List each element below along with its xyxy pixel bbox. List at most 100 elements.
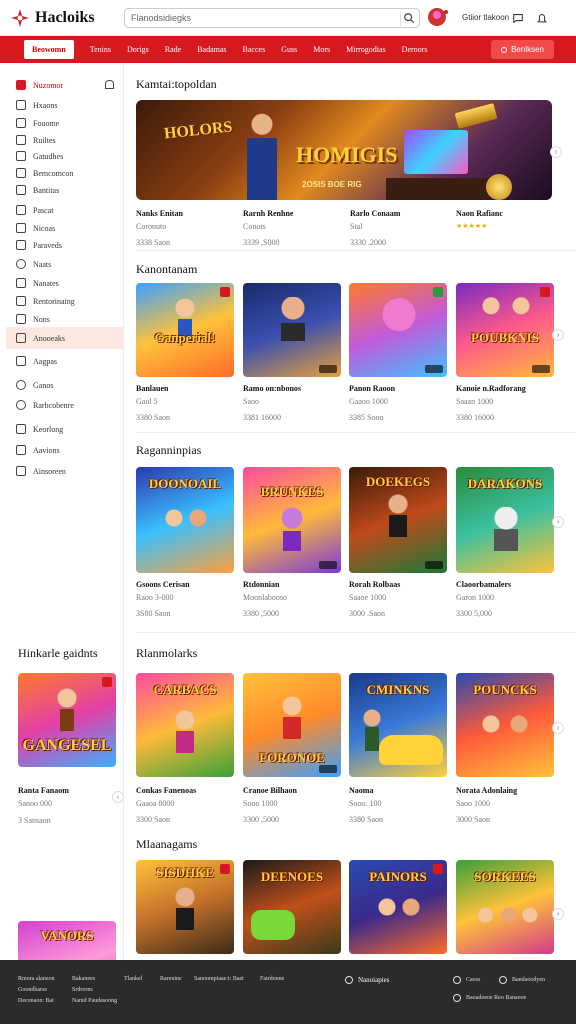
home-icon[interactable] (105, 80, 114, 89)
footer-link[interactable]: Goondbarse (18, 987, 47, 993)
game-name[interactable]: Ranta Fanaom (18, 784, 69, 797)
sidebar-label: Rarbcobenre (33, 400, 74, 410)
game-card[interactable]: DOONOAIL (136, 467, 234, 573)
sidebar-item[interactable]: Ganos (6, 376, 124, 394)
footer-link[interactable]: Rarenine (160, 976, 182, 982)
nav-item-9[interactable]: Mirrogodias (346, 45, 386, 54)
game-name[interactable]: Banlauen (136, 382, 170, 395)
footer-link[interactable]: Caoss (466, 977, 480, 983)
chevron-right-icon[interactable]: › (552, 908, 564, 920)
sidebar-item[interactable]: Fouome (6, 114, 124, 132)
game-card[interactable]: FORONOE (243, 673, 341, 777)
game-card[interactable]: Ganperial! (136, 283, 234, 377)
nav-item-4[interactable]: Rade (165, 45, 181, 54)
messages-icon[interactable] (512, 11, 526, 25)
sidebar-item[interactable]: Gatudhes (6, 147, 124, 165)
nav-item-2[interactable]: Tenins (90, 45, 111, 54)
sidebar-item[interactable]: Paraveds (6, 236, 124, 254)
game-name[interactable]: Claoorbamalers (456, 578, 511, 591)
chevron-right-icon[interactable]: › (552, 722, 564, 734)
game-card[interactable] (243, 283, 341, 377)
footer-link[interactable]: Tlankel (124, 976, 142, 982)
search-input[interactable]: Flanodsidiegks (124, 8, 420, 28)
footer-link[interactable]: Nanid Paudasoong (72, 998, 117, 1004)
sidebar-item[interactable]: Naats (6, 255, 124, 273)
game-card[interactable]: POUBKNIS (456, 283, 554, 377)
game-name[interactable]: Kanoie n.Radforang (456, 382, 526, 395)
game-name[interactable]: Cranoe Bilhaon (243, 784, 297, 797)
nav-item-8[interactable]: Mors (313, 45, 330, 54)
game-name[interactable]: Gsoons Cerisan (136, 578, 190, 591)
sidebar-game-card[interactable]: GANGESEL (18, 673, 116, 767)
avatar[interactable] (428, 8, 446, 26)
footer-link[interactable]: Sanoompiaae:t: Baet (194, 976, 244, 982)
game-name[interactable]: Nanks Enitan (136, 207, 183, 220)
game-card[interactable]: CARBACS (136, 673, 234, 777)
badge-icon (540, 287, 550, 297)
sidebar-item[interactable]: Pascat (6, 201, 124, 219)
nav-item-7[interactable]: Guss (281, 45, 297, 54)
sidebar-item[interactable]: Aavions (6, 441, 124, 459)
bell-icon[interactable] (536, 11, 550, 25)
nav-item-10[interactable]: Deroors (402, 45, 428, 54)
sidebar-item[interactable]: Nons (6, 310, 124, 328)
nav-item-home[interactable]: Beowomn (24, 40, 74, 59)
game-card[interactable]: SISDHKE (136, 860, 234, 954)
sidebar-item[interactable]: Keorlong (6, 420, 124, 438)
game-card[interactable]: DARAKONS (456, 467, 554, 573)
footer-link[interactable]: Baoadoeoe Reo Banaooe (466, 995, 526, 1001)
game-card[interactable]: DEENOES (243, 860, 341, 954)
game-card[interactable]: BRUNKES (243, 467, 341, 573)
footer-link[interactable]: Bandaoodyen (512, 977, 545, 983)
sidebar-item[interactable]: Ainsoreen (6, 462, 124, 480)
game-stat: 3385 Sooo (349, 413, 384, 422)
footer-link[interactable]: Fairdonne (260, 976, 284, 982)
game-card[interactable]: SORKEES (456, 860, 554, 954)
game-card[interactable]: DOEKEGS (349, 467, 447, 573)
site-logo[interactable]: Hacloiks (10, 8, 95, 28)
game-name[interactable]: Panon Raoon (349, 382, 395, 395)
chevron-right-icon[interactable]: › (552, 329, 564, 341)
sidebar-item-active[interactable]: Anooeaks (6, 327, 124, 349)
sidebar-item[interactable]: Aagpas (6, 352, 124, 370)
game-name[interactable]: Rorah Rolbaas (349, 578, 400, 591)
featured-banner[interactable]: HOLORS HOMIGIS 2OSIS BOE RIG (136, 100, 552, 200)
nav-action-button[interactable]: Benlksen (491, 40, 554, 59)
sidebar-item[interactable]: Hxaons (6, 96, 124, 114)
game-name[interactable]: Rtdonnian (243, 578, 287, 591)
sidebar-item-header[interactable]: Nuzomor (6, 76, 124, 94)
chevron-right-icon[interactable]: › (550, 146, 562, 158)
game-name[interactable]: Rarnh Renhne (243, 207, 293, 220)
game-name[interactable]: Naon Rafianc (456, 207, 503, 220)
game-card[interactable] (349, 283, 447, 377)
chevron-left-icon[interactable]: ‹ (112, 791, 124, 803)
search-icon[interactable] (400, 12, 415, 26)
footer-link[interactable]: Bakanees (72, 976, 95, 982)
sidebar-item[interactable]: Bemcomcon (6, 164, 124, 182)
game-name[interactable]: Naoma (349, 784, 383, 797)
sidebar-item[interactable]: Nanates (6, 274, 124, 292)
footer-link[interactable]: Srdrorns (72, 987, 93, 993)
game-name[interactable]: Ramo on:nbonos (243, 382, 301, 395)
sidebar-label: Nicoas (33, 223, 56, 233)
footer-link[interactable]: Deconaon: Bai (18, 998, 54, 1004)
sidebar-item[interactable]: Rentorinaing (6, 292, 124, 310)
game-name[interactable]: Norata Adonlaing (456, 784, 517, 797)
game-name[interactable]: Conkas Fanenoas (136, 784, 196, 797)
sidebar-item[interactable]: Nicoas (6, 219, 124, 237)
game-card[interactable]: POUNCKS (456, 673, 554, 777)
user-menu[interactable]: Gtiior tlakoon (428, 8, 509, 26)
nav-item-3[interactable]: Dorigs (127, 45, 149, 54)
game-name[interactable]: Rarlo Conaam (350, 207, 400, 220)
chevron-right-icon[interactable]: › (552, 516, 564, 528)
footer-language[interactable]: Nanoiapies (358, 976, 390, 984)
nav-item-5[interactable]: Badamas (197, 45, 226, 54)
game-card[interactable]: PAINORS (349, 860, 447, 954)
sidebar-item[interactable]: Bantitas (6, 181, 124, 199)
category-icon (16, 205, 26, 215)
sidebar-item[interactable]: Rarbcobenre (6, 396, 124, 414)
game-card[interactable]: CMINKNS (349, 673, 447, 777)
circle-icon (501, 46, 508, 53)
nav-item-6[interactable]: Bacces (243, 45, 266, 54)
footer-link[interactable]: Rmora alaneon (18, 976, 55, 982)
